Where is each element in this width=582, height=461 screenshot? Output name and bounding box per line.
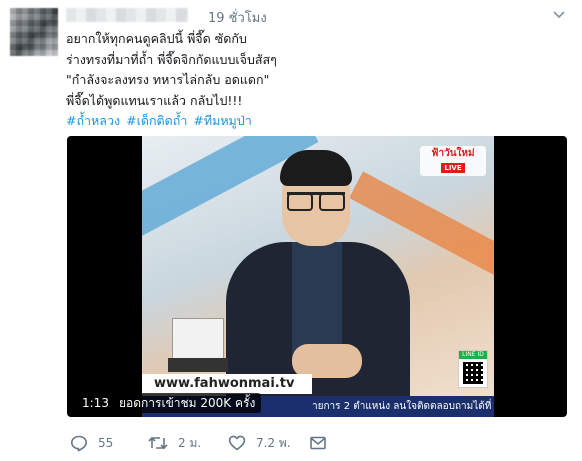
show-logo xyxy=(172,318,224,362)
video-player[interactable]: ฟ้าวันใหม่ LIVE LINE ID www.fahwonmai.tv… xyxy=(67,136,567,417)
channel-logo: ฟ้าวันใหม่ LIVE xyxy=(420,146,486,176)
reply-icon xyxy=(71,435,87,452)
tweet-text-line: "กำลังจะลงทรง ทหารไล่กลับ อดแดก" xyxy=(66,72,270,87)
direct-message-button[interactable] xyxy=(309,432,327,454)
hashtag-link[interactable]: #ทีมหมูป่า xyxy=(193,113,251,128)
timestamp[interactable]: 19 ชั่วโมง xyxy=(208,7,267,28)
presenter-glasses xyxy=(287,192,345,211)
video-frame[interactable]: ฟ้าวันใหม่ LIVE LINE ID www.fahwonmai.tv… xyxy=(142,136,494,417)
presenter-hands xyxy=(292,344,362,378)
heart-icon xyxy=(228,435,246,451)
view-count-badge: ยอดการเข้าชม 200K ครั้ง xyxy=(113,393,262,413)
hashtag-list: #ถ้ำหลวง #เด็กติดถ้ำ #ทีมหมูป่า xyxy=(66,111,566,132)
qr-code: LINE ID xyxy=(458,350,488,388)
retweet-button[interactable]: 2 ม. xyxy=(148,432,201,454)
hashtag-link[interactable]: #เด็กติดถ้ำ xyxy=(126,113,187,128)
like-button[interactable]: 7.2 พ. xyxy=(228,432,291,454)
reply-count: 55 xyxy=(98,436,114,450)
envelope-icon xyxy=(310,436,326,450)
retweet-icon xyxy=(148,436,168,450)
author-name-redacted[interactable] xyxy=(66,8,188,22)
tweet-text: อยากให้ทุกคนดูคลิปนี้ พี่จี๊ด ซัดกับ ร่า… xyxy=(66,29,566,132)
show-logo-tag xyxy=(168,358,228,372)
tweet-text-line: อยากให้ทุกคนดูคลิปนี้ พี่จี๊ด ซัดกับ xyxy=(66,31,247,46)
site-banner: www.fahwonmai.tv xyxy=(142,374,312,394)
live-badge: LIVE xyxy=(441,163,465,173)
tweet-text-line: ร่างทรงที่มาที่ถ้ำ พี่จี๊ดจิกกัดแบบเจ็บส… xyxy=(66,51,277,67)
reply-button[interactable]: 55 xyxy=(70,432,113,454)
presenter-hair xyxy=(280,150,352,186)
hashtag-link[interactable]: #ถ้ำหลวง xyxy=(66,113,120,128)
avatar[interactable] xyxy=(10,8,58,56)
channel-logo-text: ฟ้าวันใหม่ xyxy=(431,148,475,159)
retweet-count: 2 ม. xyxy=(178,435,202,450)
tweet-actions: 55 2 ม. 7.2 พ. xyxy=(66,432,366,454)
chevron-down-icon[interactable] xyxy=(552,10,566,20)
duration-badge: 1:13 xyxy=(76,393,115,413)
like-count: 7.2 พ. xyxy=(256,435,291,450)
tweet-card[interactable]: 19 ชั่วโมง อยากให้ทุกคนดูคลิปนี้ พี่จี๊ด… xyxy=(0,0,582,461)
tweet-header: 19 ชั่วโมง xyxy=(66,6,566,26)
tweet-text-line: พี่จี๊ดได้พูดแทนเราแล้ว กลับไป!!! xyxy=(66,92,243,108)
qr-pattern xyxy=(463,362,483,384)
qr-label: LINE ID xyxy=(459,351,487,359)
